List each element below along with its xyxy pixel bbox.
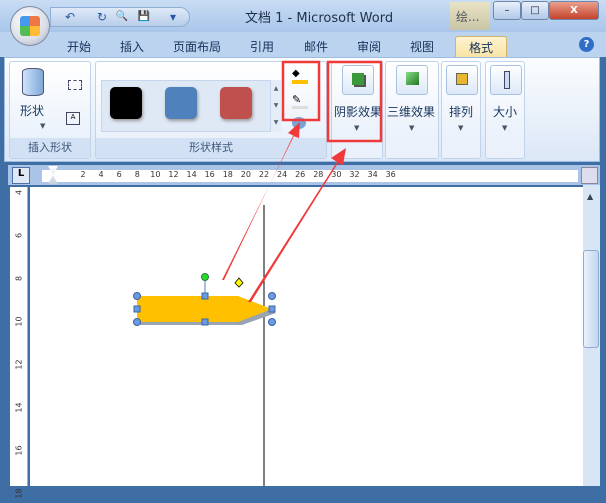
- vruler-tick-label: 18: [14, 488, 24, 499]
- annotation-arrow-1: [222, 122, 300, 280]
- highlight-box-shadow: [326, 60, 383, 143]
- highlight-box-fill-outline: [281, 60, 321, 122]
- annotation-arrow-2: [248, 148, 346, 302]
- adjust-handle[interactable]: [234, 277, 244, 288]
- rotate-handle[interactable]: [201, 273, 209, 281]
- office-button[interactable]: [10, 6, 50, 46]
- office-logo-icon: [20, 16, 40, 36]
- canvas-overlay: [133, 60, 383, 486]
